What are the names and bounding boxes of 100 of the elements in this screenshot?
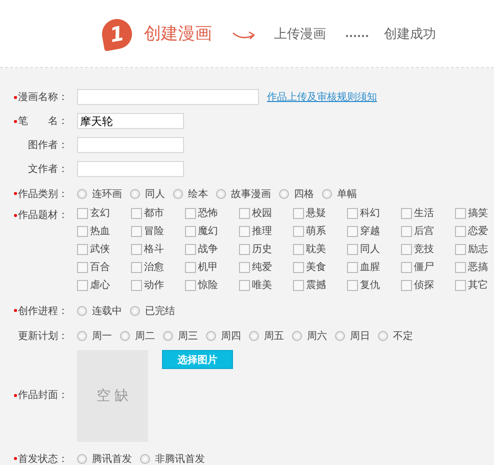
field-label: 图作者： [28,138,68,152]
checkbox[interactable] [239,262,250,272]
checkbox[interactable] [131,280,142,290]
checkbox-label: 震撼 [306,278,326,292]
checkbox-label: 后宫 [414,224,434,238]
checkbox[interactable] [239,226,250,236]
radio-button[interactable] [77,454,87,464]
radio-button[interactable] [77,188,87,198]
checkbox[interactable] [131,226,142,236]
checkbox-label: 热血 [90,225,110,238]
radio-button[interactable] [216,188,226,198]
radio-button[interactable] [378,330,388,340]
checkbox[interactable] [455,208,466,218]
checkbox[interactable] [185,244,196,254]
checkbox[interactable] [401,262,412,272]
radio-button[interactable] [140,454,150,464]
radio-button[interactable] [130,306,140,316]
checkbox-label: 励志 [468,242,488,256]
radio-button[interactable] [120,330,130,340]
checkbox[interactable] [131,208,142,218]
text-field[interactable] [77,161,184,177]
radio-button[interactable] [279,188,289,198]
checkbox[interactable] [401,244,412,254]
checkbox[interactable] [131,244,142,254]
checkbox[interactable] [239,208,250,218]
checkbox[interactable] [401,208,412,218]
choose-image-button[interactable]: 选择图片 [162,350,233,369]
checkbox[interactable] [77,226,88,236]
radio-label: 非腾讯首发 [155,452,205,465]
text-field[interactable]: 摩天轮 [77,113,184,129]
checkbox[interactable] [347,226,358,236]
checkbox[interactable] [77,208,88,218]
checkbox[interactable] [185,208,196,218]
rules-link[interactable]: 作品上传及审核规则须知 [267,90,377,104]
checkbox-label: 恐怖 [198,206,218,220]
checkbox-label: 武侠 [90,242,110,256]
checkbox-label: 搞笑 [468,206,488,220]
radio-button[interactable] [163,330,173,340]
checkbox[interactable] [293,262,304,272]
checkbox-label: 冒险 [144,225,164,238]
checkbox[interactable] [77,262,88,272]
checkbox[interactable] [347,244,358,254]
radio-label: 四格 [294,188,314,200]
checkbox-label: 复仇 [360,279,380,292]
checkbox[interactable] [293,208,304,218]
checkbox[interactable] [347,208,358,218]
radio-label: 周日 [350,330,370,342]
radio-button[interactable] [322,188,332,198]
checkbox-label: 校园 [252,206,272,220]
step-label: 创建成功 [384,26,436,42]
checkbox[interactable] [293,280,304,290]
checkbox[interactable] [455,262,466,272]
field-label: 作品封面： [18,388,68,402]
checkbox[interactable] [347,280,358,290]
checkbox[interactable] [131,262,142,272]
checkbox-label: 纯爱 [252,260,272,274]
checkbox[interactable] [455,244,466,254]
radio-label: 故事漫画 [231,188,271,200]
radio-button[interactable] [249,330,259,340]
step-label: 创建漫画 [144,23,212,45]
checkbox[interactable] [293,244,304,254]
field-label: 漫画名称： [18,91,68,104]
step-label: 上传漫画 [274,26,326,42]
checkbox-label: 恋爱 [468,224,488,238]
checkbox[interactable] [455,280,466,290]
checkbox[interactable] [401,280,412,290]
checkbox-label: 僵尸 [414,261,434,274]
checkbox[interactable] [185,226,196,236]
radio-button[interactable] [77,306,87,316]
radio-label: 周六 [307,330,327,342]
checkbox[interactable] [293,226,304,236]
checkbox-label: 萌系 [306,224,326,238]
radio-button[interactable] [335,330,345,340]
checkbox-label: 美食 [306,260,326,274]
checkbox[interactable] [77,280,88,290]
checkbox[interactable] [185,262,196,272]
radio-button[interactable] [77,330,87,340]
radio-button[interactable] [292,330,302,340]
checkbox[interactable] [401,226,412,236]
checkbox[interactable] [239,280,250,290]
checkbox-label: 唯美 [252,278,272,292]
radio-label: 绘本 [188,188,208,200]
checkbox[interactable] [77,244,88,254]
radio-label: 周五 [264,330,284,342]
dotted-separator [346,34,368,36]
radio-button[interactable] [173,188,183,198]
checkbox[interactable] [185,280,196,290]
field-label: 文作者： [28,162,68,176]
checkbox[interactable] [239,244,250,254]
checkbox-label: 格斗 [144,242,164,256]
checkbox-label: 恶搞 [468,260,488,274]
radio-label: 周二 [135,330,155,342]
checkbox[interactable] [455,226,466,236]
checkbox[interactable] [347,262,358,272]
text-field[interactable] [77,89,259,105]
radio-button[interactable] [206,330,216,340]
checkbox-label: 血腥 [360,261,380,274]
radio-button[interactable] [130,188,140,198]
checkbox-label: 魔幻 [198,224,218,238]
text-field[interactable] [77,137,184,153]
